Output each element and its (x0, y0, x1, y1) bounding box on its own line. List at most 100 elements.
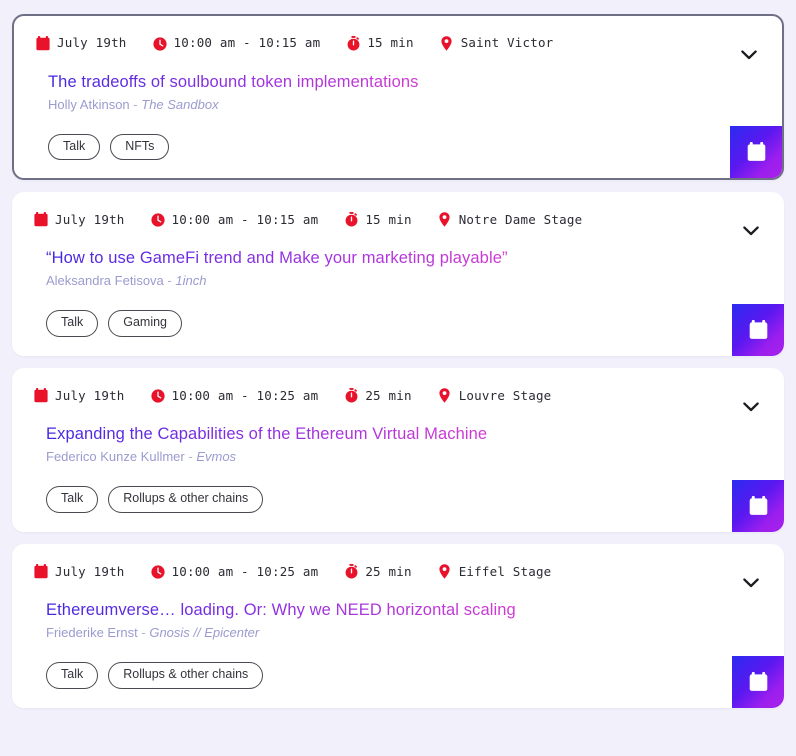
session-title[interactable]: Ethereumverse… loading. Or: Why we NEED … (46, 601, 516, 621)
session-card[interactable]: July 19th 10:00 am - 10:15 am 15 min Saint … (12, 14, 784, 181)
session-meta-duration-label: 25 min (365, 387, 412, 403)
session-meta-location: Saint Victor (440, 36, 554, 51)
location-pin-icon (438, 564, 452, 580)
session-meta-time-label: 10:00 am - 10:25 am (171, 387, 319, 403)
session-title[interactable]: Expanding the Capabilities of the Ethere… (46, 425, 487, 445)
session-tag[interactable]: Talk (46, 662, 99, 689)
session-card-body: July 19th 10:00 am - 10:15 am 15 min Notre … (12, 192, 784, 354)
session-speaker-name: Friederike Ernst (46, 625, 138, 641)
session-meta-duration: 15 min (346, 36, 413, 51)
session-speaker-name: Federico Kunze Kullmer (46, 449, 185, 465)
clock-icon (150, 388, 165, 403)
session-meta-location: Notre Dame Stage (438, 212, 583, 228)
session-meta-date: July 19th (34, 564, 125, 579)
session-meta-location-label: Saint Victor (460, 35, 554, 51)
session-speaker-row: Friederike Ernst - Gnosis // Epicenter (46, 625, 760, 642)
session-meta-duration-label: 25 min (365, 563, 412, 579)
session-meta-location-label: Louvre Stage (458, 387, 552, 403)
session-tag-row: Talk NFTs (48, 133, 758, 161)
session-card[interactable]: July 19th 10:00 am - 10:15 am 15 min Notre … (12, 192, 784, 357)
chevron-down-icon[interactable] (740, 574, 762, 592)
session-speaker-separator: - (188, 449, 193, 465)
session-speaker-row: Aleksandra Fetisova - 1inch (46, 273, 760, 290)
chevron-down-icon[interactable] (738, 46, 760, 64)
session-meta-time: 10:00 am - 10:15 am (152, 35, 321, 51)
session-meta-time: 10:00 am - 10:25 am (150, 387, 319, 403)
session-meta-row: July 19th 10:00 am - 10:25 am 25 min Eiffel… (34, 563, 760, 580)
session-title-row: “How to use GameFi trend and Make your m… (34, 227, 760, 269)
stopwatch-icon (344, 212, 358, 227)
session-meta-duration: 25 min (344, 388, 411, 403)
session-meta-duration-label: 15 min (365, 211, 412, 227)
session-card[interactable]: July 19th 10:00 am - 10:25 am 25 min Louvre… (12, 368, 784, 533)
calendar-icon (34, 212, 48, 227)
session-title[interactable]: The tradeoffs of soulbound token impleme… (48, 73, 418, 93)
session-meta-location: Eiffel Stage (438, 563, 552, 580)
session-meta-date: July 19th (34, 388, 125, 403)
session-tag[interactable]: Talk (48, 133, 101, 161)
location-pin-icon (438, 388, 452, 404)
calendar-icon (34, 388, 48, 403)
session-meta-time: 10:00 am - 10:25 am (150, 563, 319, 579)
session-title-row: Ethereumverse… loading. Or: Why we NEED … (34, 579, 760, 621)
session-tag[interactable]: NFTs (110, 133, 170, 161)
session-speaker-separator: - (141, 625, 146, 641)
stopwatch-icon (344, 564, 358, 579)
session-meta-time-label: 10:00 am - 10:15 am (173, 35, 321, 51)
stopwatch-icon (346, 36, 360, 51)
session-card-body: July 19th 10:00 am - 10:25 am 25 min Louvre… (12, 368, 784, 530)
add-to-calendar-button[interactable] (732, 480, 784, 533)
session-meta-time-label: 10:00 am - 10:25 am (171, 563, 319, 579)
session-meta-date-label: July 19th (57, 35, 127, 51)
session-tag[interactable]: Rollups & other chains (108, 662, 264, 689)
session-meta-row: July 19th 10:00 am - 10:15 am 15 min Notre … (34, 211, 760, 228)
session-speaker-company: The Sandbox (141, 96, 219, 112)
session-meta-time: 10:00 am - 10:15 am (150, 211, 319, 227)
clock-icon (152, 36, 167, 51)
session-tag-row: Talk Rollups & other chains (46, 486, 760, 513)
session-meta-date-label: July 19th (55, 211, 125, 227)
session-title[interactable]: “How to use GameFi trend and Make your m… (46, 249, 508, 269)
session-meta-duration: 25 min (344, 564, 411, 579)
session-speaker-company: Gnosis // Epicenter (149, 625, 260, 641)
session-meta-duration: 15 min (344, 212, 411, 227)
calendar-icon (34, 564, 48, 579)
session-tag[interactable]: Talk (46, 310, 99, 337)
calendar-icon (36, 36, 50, 51)
session-tag[interactable]: Rollups & other chains (108, 486, 264, 513)
session-meta-date: July 19th (34, 212, 125, 227)
clock-icon (150, 564, 165, 579)
add-to-calendar-button[interactable] (732, 656, 784, 709)
session-meta-date-label: July 19th (55, 563, 125, 579)
session-meta-location: Louvre Stage (438, 387, 552, 404)
session-list: July 19th 10:00 am - 10:15 am 15 min Saint … (0, 0, 796, 709)
chevron-down-icon[interactable] (740, 398, 762, 416)
session-card-body: July 19th 10:00 am - 10:15 am 15 min Saint … (14, 16, 782, 178)
session-speaker-separator: - (167, 273, 172, 289)
session-tag[interactable]: Talk (46, 486, 99, 513)
location-pin-icon (440, 36, 454, 51)
session-tag-row: Talk Rollups & other chains (46, 662, 760, 689)
session-speaker-name: Holly Atkinson (48, 96, 130, 112)
session-title-row: The tradeoffs of soulbound token impleme… (36, 51, 758, 93)
session-tag-row: Talk Gaming (46, 310, 760, 337)
add-to-calendar-button[interactable] (732, 304, 784, 357)
session-meta-date: July 19th (36, 36, 127, 51)
chevron-down-icon[interactable] (740, 222, 762, 240)
session-title-row: Expanding the Capabilities of the Ethere… (34, 403, 760, 445)
session-speaker-name: Aleksandra Fetisova (46, 273, 164, 289)
session-meta-duration-label: 15 min (367, 35, 414, 51)
session-speaker-row: Holly Atkinson - The Sandbox (48, 97, 758, 114)
session-meta-date-label: July 19th (55, 387, 125, 403)
session-speaker-separator: - (133, 96, 138, 112)
session-meta-time-label: 10:00 am - 10:15 am (171, 211, 319, 227)
stopwatch-icon (344, 388, 358, 403)
clock-icon (150, 212, 165, 227)
session-meta-row: July 19th 10:00 am - 10:25 am 25 min Louvre… (34, 387, 760, 404)
location-pin-icon (438, 212, 452, 228)
session-meta-location-label: Eiffel Stage (458, 563, 552, 579)
session-tag[interactable]: Gaming (108, 310, 183, 337)
add-to-calendar-button[interactable] (730, 126, 782, 179)
session-card[interactable]: July 19th 10:00 am - 10:25 am 25 min Eiffel… (12, 544, 784, 709)
session-meta-row: July 19th 10:00 am - 10:15 am 15 min Saint … (36, 36, 758, 51)
